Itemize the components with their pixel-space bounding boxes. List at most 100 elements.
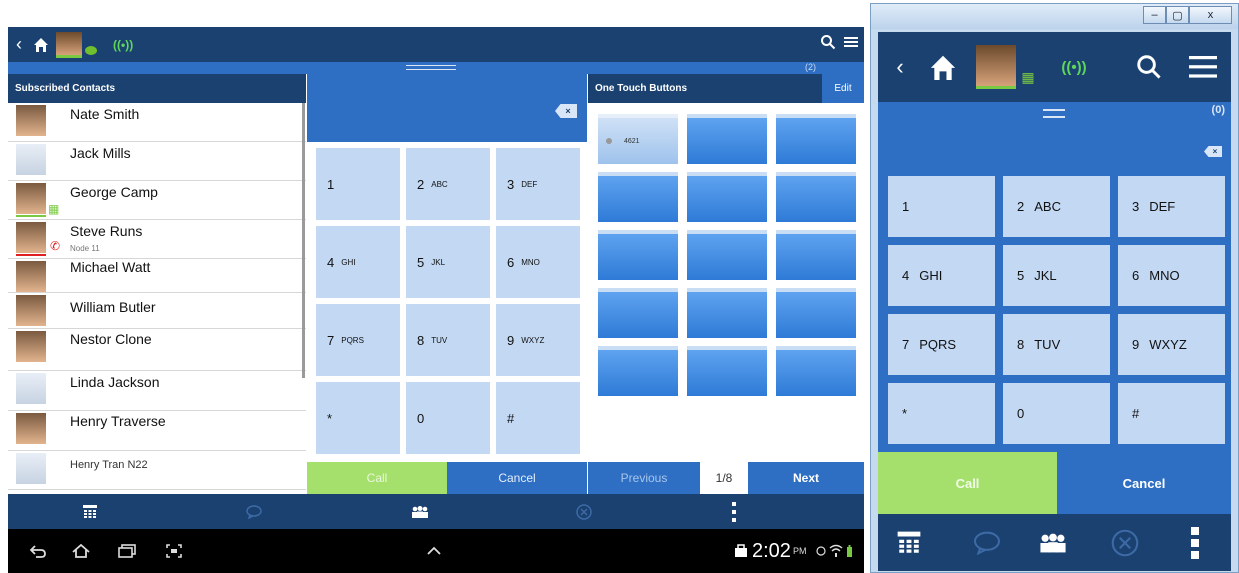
key-9[interactable]: 9 WXYZ [496,304,580,376]
key-letters: ABC [431,179,448,189]
chat-icon[interactable] [234,494,274,529]
cancel-button[interactable]: Cancel [1057,452,1231,514]
key-1[interactable]: 1 [888,176,995,237]
home-icon[interactable] [928,32,958,102]
drawer-handle[interactable]: (2) [8,62,864,74]
back-icon[interactable]: ‹ [892,32,908,102]
contacts-icon[interactable] [1028,514,1078,571]
key-6[interactable]: 6 MNO [496,226,580,298]
one-touch-button[interactable] [687,114,767,164]
one-touch-button[interactable] [776,346,856,396]
contact-row[interactable]: Nate Smith [8,103,306,142]
close-circle-icon[interactable] [564,494,604,529]
one-touch-button[interactable] [598,288,678,338]
key-1[interactable]: 1 [316,148,400,220]
key-2[interactable]: 2 ABC [1003,176,1110,237]
screenshot-icon[interactable] [166,529,182,573]
backspace-icon[interactable]: × [1204,146,1222,157]
one-touch-button[interactable] [687,288,767,338]
key-9[interactable]: 9 WXYZ [1118,314,1225,375]
overflow-menu-icon[interactable] [714,494,754,529]
my-avatar[interactable] [56,31,82,58]
chevron-up-icon[interactable] [426,529,442,573]
previous-button[interactable]: Previous [588,462,700,494]
key-4[interactable]: 4 GHI [888,245,995,306]
call-button[interactable]: Call [307,462,447,494]
back-icon[interactable]: ‹ [8,27,30,62]
home-icon[interactable] [30,27,52,62]
key-7[interactable]: 7 PQRS [316,304,400,376]
backspace-icon[interactable]: × [555,104,577,118]
one-touch-button[interactable]: 4621 [598,114,678,164]
key-0[interactable]: 0 [1003,383,1110,444]
chat-icon[interactable] [962,514,1012,571]
cancel-button[interactable]: Cancel [447,462,587,494]
dialpad-icon[interactable] [884,514,934,571]
contact-photo [16,222,46,253]
top-bar: ‹ ▦ ((•)) [878,32,1231,102]
overflow-menu-icon[interactable] [1170,514,1220,571]
contact-row[interactable]: Henry Tran N22 [8,451,306,490]
one-touch-button[interactable] [687,346,767,396]
search-icon[interactable] [1134,32,1164,102]
one-touch-button[interactable] [687,172,767,222]
menu-icon[interactable] [1188,32,1218,102]
key-2[interactable]: 2 ABC [406,148,490,220]
key-6[interactable]: 6 MNO [1118,245,1225,306]
android-back-icon[interactable] [30,529,46,573]
search-icon[interactable] [820,34,836,55]
next-button[interactable]: Next [748,462,864,494]
contacts-scrollbar[interactable] [302,103,305,378]
contact-row[interactable]: Nestor Clone [8,329,306,371]
call-button[interactable]: Call [878,452,1057,514]
one-touch-button[interactable] [776,230,856,280]
one-touch-button[interactable] [598,172,678,222]
key-3[interactable]: 3 DEF [1118,176,1225,237]
key-5[interactable]: 5 JKL [1003,245,1110,306]
key-4[interactable]: 4 GHI [316,226,400,298]
key-3[interactable]: 3 DEF [496,148,580,220]
contact-name: Henry Traverse [70,413,166,429]
one-touch-button[interactable] [776,288,856,338]
key-0[interactable]: 0 [406,382,490,454]
close-circle-icon[interactable] [1100,514,1150,571]
contact-row[interactable]: ▦ George Camp [8,181,306,220]
dialpad-icon[interactable] [70,494,110,529]
key-hash[interactable]: # [496,382,580,454]
maximize-button[interactable]: ▢ [1166,6,1189,24]
key-digit: 7 [902,337,910,352]
key-hash[interactable]: # [1118,383,1225,444]
contact-row[interactable]: Jack Mills [8,142,306,181]
key-8[interactable]: 8 TUV [406,304,490,376]
contact-row[interactable]: Henry Traverse [8,411,306,451]
android-home-icon[interactable] [72,529,90,573]
one-touch-button[interactable] [776,114,856,164]
key-star[interactable]: * [888,383,995,444]
contact-row[interactable]: William Butler [8,293,306,329]
key-digit: 9 [1132,337,1140,352]
close-button[interactable]: x [1189,6,1232,24]
key-letters: PQRS [341,335,364,345]
android-recents-icon[interactable] [118,529,136,573]
key-8[interactable]: 8 TUV [1003,314,1110,375]
window-titlebar[interactable]: – ▢ x [871,4,1238,29]
one-touch-button[interactable] [598,230,678,280]
contacts-icon[interactable] [400,494,440,529]
edit-button[interactable]: Edit [822,74,864,103]
one-touch-button[interactable] [598,346,678,396]
one-touch-button[interactable] [687,230,767,280]
my-avatar[interactable] [974,32,1018,102]
key-7[interactable]: 7 PQRS [888,314,995,375]
key-star[interactable]: * [316,382,400,454]
one-touch-button[interactable] [776,172,856,222]
drawer-handle[interactable]: (0) [878,102,1231,130]
contact-row[interactable]: Michael Watt [8,259,306,293]
key-5[interactable]: 5 JKL [406,226,490,298]
status-icons [816,529,856,573]
menu-icon[interactable] [844,35,858,54]
contact-row[interactable]: Linda Jackson [8,371,306,411]
keypad-area: 1 2 ABC 3 DEF 4 GHI 5 JKL 6 MNO 7 PQRS 8 TUV 9W… [878,170,1231,452]
android-system-bar: 2:02 PM [8,529,864,573]
contact-row[interactable]: ✆ Steve Runs Node 11 [8,220,306,259]
minimize-button[interactable]: – [1143,6,1166,24]
